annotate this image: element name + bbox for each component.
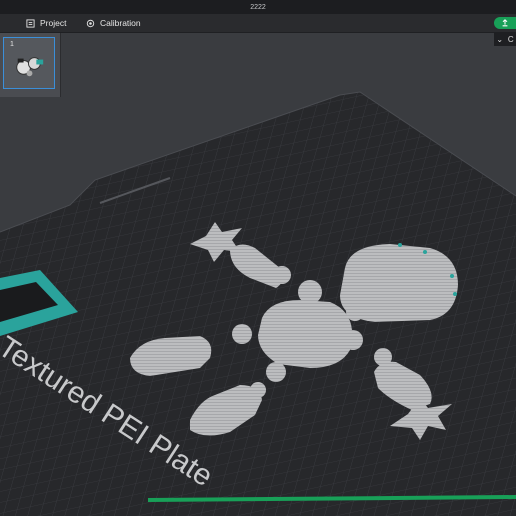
tab-project-label: Project xyxy=(40,18,67,28)
tab-calibration[interactable]: Calibration xyxy=(86,14,141,32)
calibration-icon xyxy=(86,19,95,27)
window-title: 2222 xyxy=(250,3,266,11)
part-joint-4 xyxy=(232,324,252,344)
part-joint-8 xyxy=(250,382,266,398)
upload-button[interactable] xyxy=(494,17,516,29)
part-joint-6 xyxy=(266,362,286,382)
part-joint-1 xyxy=(273,266,291,284)
upload-icon xyxy=(502,19,508,27)
project-icon xyxy=(26,18,35,28)
top-toolbar: Project Calibration xyxy=(0,14,516,33)
3d-viewport[interactable]: Textured PEI Plate xyxy=(0,33,516,516)
plate-list-panel: 1 xyxy=(0,33,61,97)
part-joint-5 xyxy=(343,330,363,350)
part-body xyxy=(258,300,352,368)
title-bar: 2222 xyxy=(0,0,516,14)
tab-calibration-label: Calibration xyxy=(100,18,141,28)
plate-number: 1 xyxy=(10,41,14,48)
tab-project[interactable]: Project xyxy=(26,14,66,32)
